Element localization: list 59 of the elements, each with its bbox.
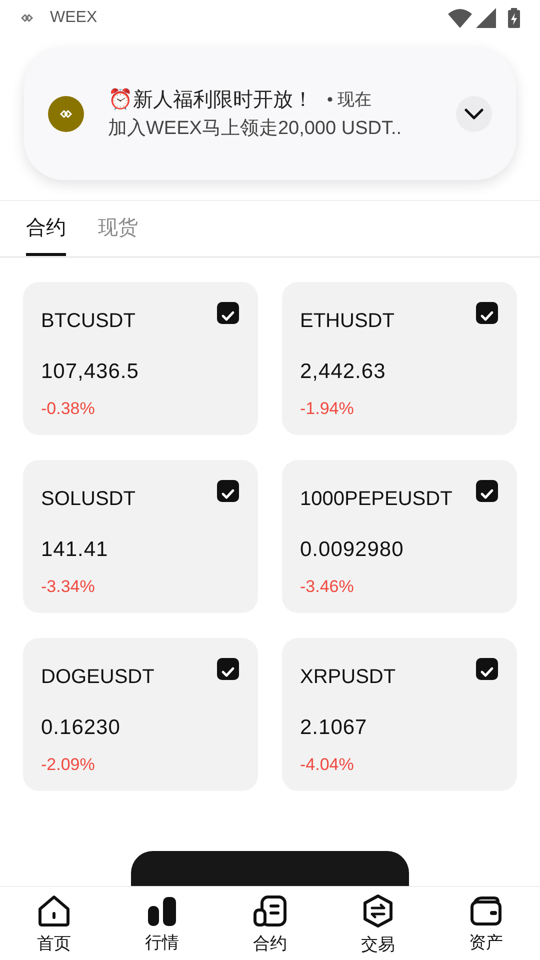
chevron-down-icon xyxy=(464,108,484,120)
expand-button[interactable] xyxy=(456,96,492,132)
wallet-icon xyxy=(470,896,502,926)
nav-item[interactable]: 首页 xyxy=(14,894,94,956)
checkbox[interactable] xyxy=(217,302,239,324)
notification-card[interactable]: ⏰新人福利限时开放！ • 现在 加入WEEX马上领走20,000 USDT.. xyxy=(24,48,516,180)
symbol-text: 1000PEPEUSDT xyxy=(300,487,452,512)
market-card[interactable]: SOLUSDT 141.41 -3.34% xyxy=(23,460,258,613)
change-text: -3.34% xyxy=(41,576,95,598)
bar-chart-icon xyxy=(146,896,178,926)
signal-icon xyxy=(476,8,496,28)
nav-item[interactable]: 行情 xyxy=(122,896,202,956)
checkbox[interactable] xyxy=(217,480,239,502)
checkbox[interactable] xyxy=(217,658,239,680)
notification-time: • 现在 xyxy=(327,89,372,111)
market-card[interactable]: ETHUSDT 2,442.63 -1.94% xyxy=(282,282,517,435)
symbol-text: SOLUSDT xyxy=(41,487,136,512)
nav-item[interactable]: 合约 xyxy=(230,894,310,956)
tab[interactable]: 现货 xyxy=(98,201,138,256)
app-logo-icon xyxy=(48,96,84,132)
battery-icon xyxy=(508,8,520,28)
price-text: 2.1067 xyxy=(300,715,368,741)
nav-label: 交易 xyxy=(361,934,395,956)
change-text: -3.46% xyxy=(300,576,354,598)
checkbox[interactable] xyxy=(476,302,498,324)
market-card[interactable]: XRPUSDT 2.1067 -4.04% xyxy=(282,638,517,791)
symbol-text: BTCUSDT xyxy=(41,309,136,334)
market-card[interactable]: BTCUSDT 107,436.5 -0.38% xyxy=(23,282,258,435)
nav-label: 首页 xyxy=(37,932,71,955)
exchange-icon xyxy=(362,894,394,928)
document-icon xyxy=(253,894,287,927)
nav-item[interactable]: 资产 xyxy=(446,896,526,956)
app-name: WEEX xyxy=(50,8,98,28)
market-card[interactable]: 1000PEPEUSDT 0.0092980 -3.46% xyxy=(282,460,517,613)
tab[interactable]: 合约 xyxy=(26,201,66,256)
price-text: 2,442.63 xyxy=(300,359,386,385)
wifi-icon xyxy=(448,8,472,28)
change-text: -1.94% xyxy=(300,398,354,420)
change-text: -0.38% xyxy=(41,398,95,420)
price-text: 0.0092980 xyxy=(300,537,404,563)
home-icon xyxy=(37,894,71,927)
symbol-text: XRPUSDT xyxy=(300,665,396,690)
notification-title: ⏰新人福利限时开放！ xyxy=(108,87,313,113)
checkbox[interactable] xyxy=(476,480,498,502)
price-text: 141.41 xyxy=(41,537,108,563)
market-card[interactable]: DOGEUSDT 0.16230 -2.09% xyxy=(23,638,258,791)
change-text: -2.09% xyxy=(41,754,95,776)
nav-label: 合约 xyxy=(253,932,287,955)
change-text: -4.04% xyxy=(300,754,354,776)
nav-label: 资产 xyxy=(469,932,503,954)
checkbox[interactable] xyxy=(476,658,498,680)
price-text: 107,436.5 xyxy=(41,359,139,385)
notification-body: 加入WEEX马上领走20,000 USDT.. xyxy=(108,118,402,139)
symbol-text: DOGEUSDT xyxy=(41,665,154,690)
price-text: 0.16230 xyxy=(41,715,120,741)
nav-label: 行情 xyxy=(145,932,179,954)
symbol-text: ETHUSDT xyxy=(300,309,394,334)
app-logo-icon xyxy=(20,13,34,23)
nav-item[interactable]: 交易 xyxy=(338,894,418,958)
